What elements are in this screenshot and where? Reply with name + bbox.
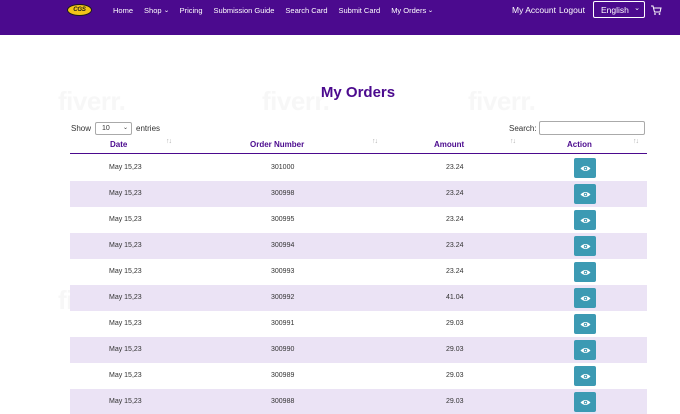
eye-icon [580, 399, 590, 405]
order-date: May 15,23 [109, 164, 142, 171]
cart-icon[interactable] [650, 4, 662, 16]
order-number: 300992 [271, 294, 295, 301]
eye-icon [580, 347, 590, 353]
order-date: May 15,23 [109, 372, 142, 379]
nav-submission-guide[interactable]: Submission Guide [214, 6, 275, 15]
chevron-down-icon: ⌄ [634, 5, 640, 12]
table-row: May 15,23 300989 29.03 [70, 363, 647, 389]
eye-icon [580, 165, 590, 171]
view-order-button[interactable] [574, 210, 596, 230]
table-row: May 15,23 300993 23.24 [70, 259, 647, 285]
main-nav: Home Shop ⌄ Pricing Submission Guide Sear… [113, 6, 444, 15]
nav-home[interactable]: Home [113, 6, 133, 15]
page-title: My Orders [320, 84, 396, 101]
order-amount: 29.03 [446, 398, 464, 405]
language-select[interactable]: English ⌄ [593, 1, 645, 18]
nav-search-card[interactable]: Search Card [285, 6, 327, 15]
order-amount: 23.24 [446, 216, 464, 223]
account-nav: My Account Logout [512, 5, 588, 15]
eye-icon [580, 269, 590, 275]
view-order-button[interactable] [574, 288, 596, 308]
table-row: May 15,23 300992 41.04 [70, 285, 647, 311]
order-date: May 15,23 [109, 190, 142, 197]
top-navbar: CGS Home Shop ⌄ Pricing Submission Guide … [0, 0, 680, 35]
order-amount: 29.03 [446, 372, 464, 379]
order-date: May 15,23 [109, 398, 142, 405]
order-date: May 15,23 [109, 268, 142, 275]
table-row: May 15,23 300995 23.24 [70, 207, 647, 233]
order-number: 300994 [271, 242, 295, 249]
orders-table-body: May 15,23 301000 23.24 May 15,23 300998 … [70, 155, 647, 414]
eye-icon [580, 321, 590, 327]
column-header-action[interactable]: Action [567, 140, 592, 149]
view-order-button[interactable] [574, 158, 596, 178]
order-amount: 23.24 [446, 242, 464, 249]
view-order-button[interactable] [574, 340, 596, 360]
view-order-button[interactable] [574, 392, 596, 412]
view-order-button[interactable] [574, 366, 596, 386]
nav-my-orders[interactable]: My Orders ⌄ [391, 6, 434, 15]
table-row: May 15,23 300998 23.24 [70, 181, 647, 207]
view-order-button[interactable] [574, 262, 596, 282]
order-date: May 15,23 [109, 346, 142, 353]
entries-length-control: Show 10 ⌄ entries [71, 122, 161, 135]
sort-icon[interactable]: ↑↓ [166, 138, 172, 145]
order-number: 300989 [271, 372, 295, 379]
order-amount: 29.03 [446, 346, 464, 353]
eye-icon [580, 295, 590, 301]
search-input[interactable] [538, 121, 645, 135]
order-amount: 23.24 [446, 190, 464, 197]
order-amount: 29.03 [446, 320, 464, 327]
order-number: 301000 [271, 164, 295, 171]
order-number: 300988 [271, 398, 295, 405]
order-amount: 23.24 [446, 164, 464, 171]
view-order-button[interactable] [574, 184, 596, 204]
nav-submit-card[interactable]: Submit Card [339, 6, 381, 15]
chevron-down-icon: ⌄ [163, 8, 170, 14]
order-number: 300998 [271, 190, 295, 197]
order-number: 300993 [271, 268, 295, 275]
order-number: 300990 [271, 346, 295, 353]
table-row: May 15,23 300991 29.03 [70, 311, 647, 337]
view-order-button[interactable] [574, 236, 596, 256]
sort-icon[interactable]: ↑↓ [510, 138, 516, 145]
order-date: May 15,23 [109, 294, 142, 301]
table-row: May 15,23 300994 23.24 [70, 233, 647, 259]
table-row: May 15,23 301000 23.24 [70, 155, 647, 181]
column-header-amount[interactable]: Amount [434, 140, 464, 149]
eye-icon [580, 373, 590, 379]
nav-shop[interactable]: Shop ⌄ [144, 6, 169, 15]
chevron-down-icon: ⌄ [122, 125, 129, 131]
my-account-link[interactable]: My Account [512, 5, 556, 15]
order-date: May 15,23 [109, 216, 142, 223]
nav-pricing[interactable]: Pricing [180, 6, 203, 15]
cgs-logo[interactable]: CGS [67, 4, 92, 16]
table-header: Date ↑↓ Order Number ↑↓ Amount ↑↓ Action… [70, 136, 647, 154]
order-number: 300991 [271, 320, 295, 327]
order-date: May 15,23 [109, 320, 142, 327]
sort-icon[interactable]: ↑↓ [633, 138, 639, 145]
logout-link[interactable]: Logout [559, 5, 585, 15]
table-search: Search: [509, 121, 645, 135]
eye-icon [580, 191, 590, 197]
column-header-date[interactable]: Date [110, 140, 127, 149]
table-row: May 15,23 300988 29.03 [70, 389, 647, 414]
order-amount: 41.04 [446, 294, 464, 301]
order-date: May 15,23 [109, 242, 142, 249]
entries-select[interactable]: 10 ⌄ [95, 122, 133, 135]
order-amount: 23.24 [446, 268, 464, 275]
view-order-button[interactable] [574, 314, 596, 334]
table-row: May 15,23 300990 29.03 [70, 337, 647, 363]
eye-icon [580, 243, 590, 249]
column-header-order-number[interactable]: Order Number [250, 140, 304, 149]
sort-icon[interactable]: ↑↓ [372, 138, 378, 145]
order-number: 300995 [271, 216, 295, 223]
chevron-down-icon: ⌄ [427, 8, 434, 14]
eye-icon [580, 217, 590, 223]
